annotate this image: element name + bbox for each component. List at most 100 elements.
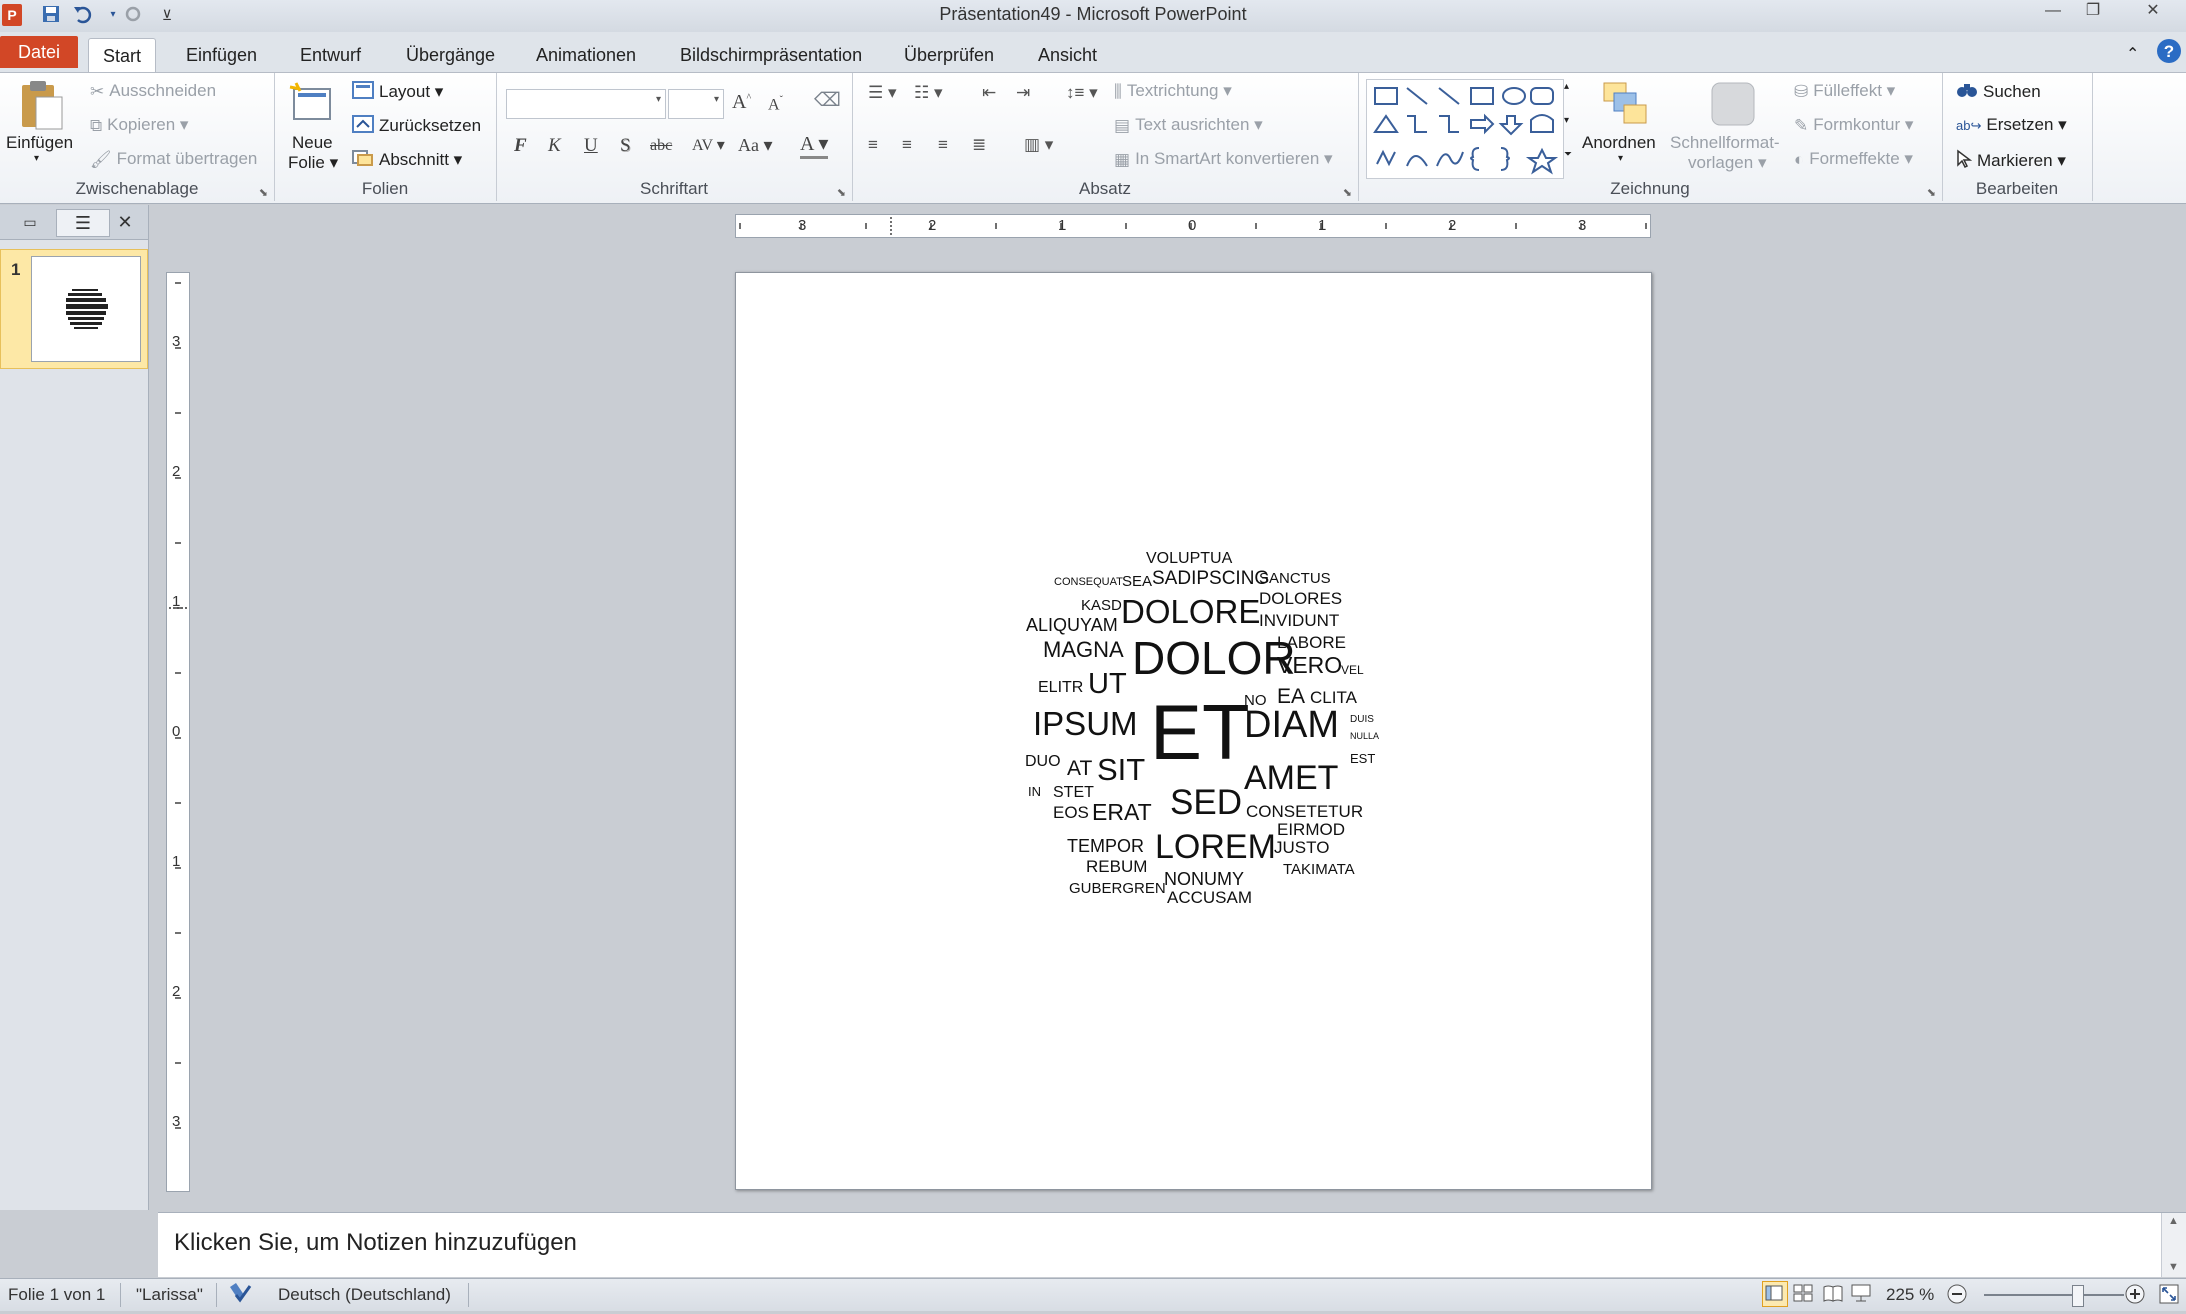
slide-thumbnail-item[interactable]: 1 bbox=[0, 249, 148, 369]
clipboard-launcher-icon[interactable]: ⬊ bbox=[259, 186, 268, 199]
zoom-in-icon[interactable] bbox=[2124, 1283, 2146, 1310]
clear-formatting-icon[interactable]: ⌫ bbox=[814, 89, 841, 112]
minimize-ribbon-icon[interactable]: ⌃ bbox=[2126, 38, 2139, 72]
section-button[interactable]: Abschnitt ▾ bbox=[352, 149, 462, 172]
shape-effects-button[interactable]: ◐ Formeffekte ▾ bbox=[1794, 149, 1913, 170]
zoom-level[interactable]: 225 % bbox=[1886, 1285, 1934, 1305]
tab-datei[interactable]: Datei bbox=[0, 36, 79, 68]
arrange-dropdown-icon[interactable]: ▾ bbox=[1618, 153, 1623, 164]
zoom-out-icon[interactable] bbox=[1946, 1283, 1968, 1310]
language[interactable]: Deutsch (Deutschland) bbox=[278, 1285, 451, 1305]
increase-indent-icon[interactable]: ⇥ bbox=[1016, 83, 1030, 103]
underline-button[interactable]: U bbox=[584, 135, 598, 157]
font-size-dropdown-icon[interactable]: ▾ bbox=[714, 94, 719, 105]
italic-button[interactable]: K bbox=[548, 135, 561, 157]
slide-thumbnail[interactable] bbox=[31, 256, 141, 362]
shadow-button[interactable]: S bbox=[620, 135, 631, 157]
find-button[interactable]: Suchen bbox=[1956, 81, 2041, 104]
word-cloud[interactable]: VOLUPTUA CONSEQUAT SEA SADIPSCING SANCTU… bbox=[736, 273, 1651, 1189]
shape-outline-button[interactable]: ✎ Formkontur ▾ bbox=[1794, 115, 1913, 136]
slide-sorter-icon[interactable] bbox=[1792, 1283, 1814, 1308]
vertical-ruler[interactable]: 3 2 1 0 1 2 3 bbox=[166, 272, 190, 1192]
slides-tab-icon[interactable]: ▭ bbox=[4, 209, 56, 235]
outline-tab-icon[interactable]: ☰ bbox=[56, 209, 110, 237]
line-spacing-icon[interactable]: ↕≡ ▾ bbox=[1066, 83, 1098, 103]
drawing-launcher-icon[interactable]: ⬊ bbox=[1927, 186, 1936, 199]
tab-uebergaenge[interactable]: Übergänge bbox=[392, 38, 509, 72]
paragraph-launcher-icon[interactable]: ⬊ bbox=[1343, 186, 1352, 199]
tab-ueberpruefen[interactable]: Überprüfen bbox=[890, 38, 1008, 72]
layout-button[interactable]: Layout ▾ bbox=[352, 81, 443, 104]
minimize-icon[interactable]: — bbox=[2034, 0, 2072, 22]
slideshow-icon[interactable] bbox=[1850, 1283, 1872, 1308]
text-direction-button[interactable]: ⫼ Textrichtung ▾ bbox=[1114, 81, 1232, 102]
gallery-more-icon[interactable]: ⏷ bbox=[1564, 149, 1572, 160]
spellcheck-icon[interactable] bbox=[228, 1281, 254, 1310]
quick-styles-icon[interactable] bbox=[1708, 79, 1758, 134]
replace-button[interactable]: ab↪ Ersetzen ▾ bbox=[1956, 115, 2067, 135]
tab-bildschirmpraesentation[interactable]: Bildschirmpräsentation bbox=[666, 38, 876, 72]
close-icon[interactable]: ✕ bbox=[2130, 0, 2176, 22]
normal-view-icon[interactable] bbox=[1762, 1281, 1788, 1307]
justify-icon[interactable]: ≣ bbox=[972, 135, 986, 155]
new-slide-label-2[interactable]: Folie ▾ bbox=[288, 153, 338, 173]
tab-start[interactable]: Start bbox=[88, 38, 157, 73]
shapes-gallery[interactable] bbox=[1366, 79, 1564, 179]
notes-placeholder[interactable]: Klicken Sie, um Notizen hinzuzufügen bbox=[174, 1229, 577, 1257]
notes-scrollbar[interactable]: ▲ ▼ bbox=[2161, 1213, 2186, 1277]
character-spacing-button[interactable]: AV ▾ bbox=[692, 135, 725, 155]
quick-styles-label-2[interactable]: vorlagen ▾ bbox=[1688, 153, 1766, 173]
bold-button[interactable]: F bbox=[514, 135, 527, 157]
align-center-icon[interactable]: ≡ bbox=[902, 135, 912, 155]
font-color-button[interactable]: A ▾ bbox=[800, 131, 829, 159]
gallery-up-icon[interactable]: ▴ bbox=[1564, 81, 1569, 92]
cut-button[interactable]: ✂ Ausschneiden bbox=[90, 81, 216, 102]
gallery-down-icon[interactable]: ▾ bbox=[1564, 115, 1569, 126]
slide-canvas[interactable]: VOLUPTUA CONSEQUAT SEA SADIPSCING SANCTU… bbox=[735, 272, 1652, 1190]
font-launcher-icon[interactable]: ⬊ bbox=[837, 186, 846, 199]
strikethrough-button[interactable]: abc bbox=[650, 137, 672, 155]
theme-name[interactable]: "Larissa" bbox=[136, 1285, 203, 1305]
restore-icon[interactable]: ❐ bbox=[2074, 0, 2112, 22]
close-pane-icon[interactable]: ✕ bbox=[110, 209, 140, 235]
font-name-dropdown-icon[interactable]: ▾ bbox=[656, 94, 661, 105]
align-left-icon[interactable]: ≡ bbox=[868, 135, 878, 155]
tab-ansicht[interactable]: Ansicht bbox=[1024, 38, 1111, 72]
font-name-combo[interactable]: ▾ bbox=[506, 89, 666, 119]
shape-fill-button[interactable]: ⛁ Fülleffekt ▾ bbox=[1794, 81, 1895, 102]
notes-pane[interactable]: Klicken Sie, um Notizen hinzuzufügen ▲ ▼ bbox=[158, 1212, 2186, 1277]
decrease-indent-icon[interactable]: ⇤ bbox=[982, 83, 996, 103]
zoom-slider-thumb[interactable] bbox=[2072, 1285, 2084, 1307]
tab-einfuegen[interactable]: Einfügen bbox=[172, 38, 271, 72]
smartart-button[interactable]: ▦ In SmartArt konvertieren ▾ bbox=[1114, 149, 1333, 170]
new-slide-icon[interactable] bbox=[288, 81, 334, 130]
bullets-icon[interactable]: ☰ ▾ bbox=[868, 83, 897, 103]
new-slide-label-1[interactable]: Neue bbox=[292, 133, 333, 153]
copy-button[interactable]: ⧉ Kopieren ▾ bbox=[90, 115, 188, 136]
tab-animationen[interactable]: Animationen bbox=[522, 38, 650, 72]
align-text-button[interactable]: ▤ Text ausrichten ▾ bbox=[1114, 115, 1263, 136]
reset-button[interactable]: Zurücksetzen bbox=[352, 115, 481, 138]
numbering-icon[interactable]: ☷ ▾ bbox=[914, 83, 943, 103]
format-painter-button[interactable]: 🖌 Format übertragen bbox=[90, 149, 257, 170]
change-case-button[interactable]: Aa ▾ bbox=[738, 135, 773, 156]
columns-icon[interactable]: ▥ ▾ bbox=[1024, 135, 1053, 155]
grow-font-button[interactable]: A^ bbox=[732, 91, 751, 114]
help-icon[interactable]: ? bbox=[2156, 38, 2182, 72]
paste-dropdown-icon[interactable]: ▾ bbox=[34, 153, 39, 164]
arrange-icon[interactable] bbox=[1600, 79, 1652, 134]
fit-to-window-icon[interactable] bbox=[2158, 1283, 2180, 1310]
scroll-down-icon[interactable]: ▼ bbox=[2168, 1261, 2179, 1273]
shrink-font-button[interactable]: Aˇ bbox=[768, 95, 783, 114]
font-size-combo[interactable]: ▾ bbox=[668, 89, 724, 119]
tab-entwurf[interactable]: Entwurf bbox=[286, 38, 375, 72]
paste-icon[interactable] bbox=[16, 77, 64, 138]
paste-button[interactable]: Einfügen bbox=[6, 133, 73, 153]
scroll-up-icon[interactable]: ▲ bbox=[2168, 1215, 2179, 1227]
reading-view-icon[interactable] bbox=[1822, 1283, 1844, 1308]
align-right-icon[interactable]: ≡ bbox=[938, 135, 948, 155]
horizontal-ruler[interactable]: 3 2 1 0 1 2 3 bbox=[735, 214, 1651, 238]
arrange-button[interactable]: Anordnen bbox=[1582, 133, 1656, 153]
zoom-slider[interactable] bbox=[1984, 1294, 2124, 1296]
select-button[interactable]: Markieren ▾ bbox=[1956, 149, 2066, 174]
